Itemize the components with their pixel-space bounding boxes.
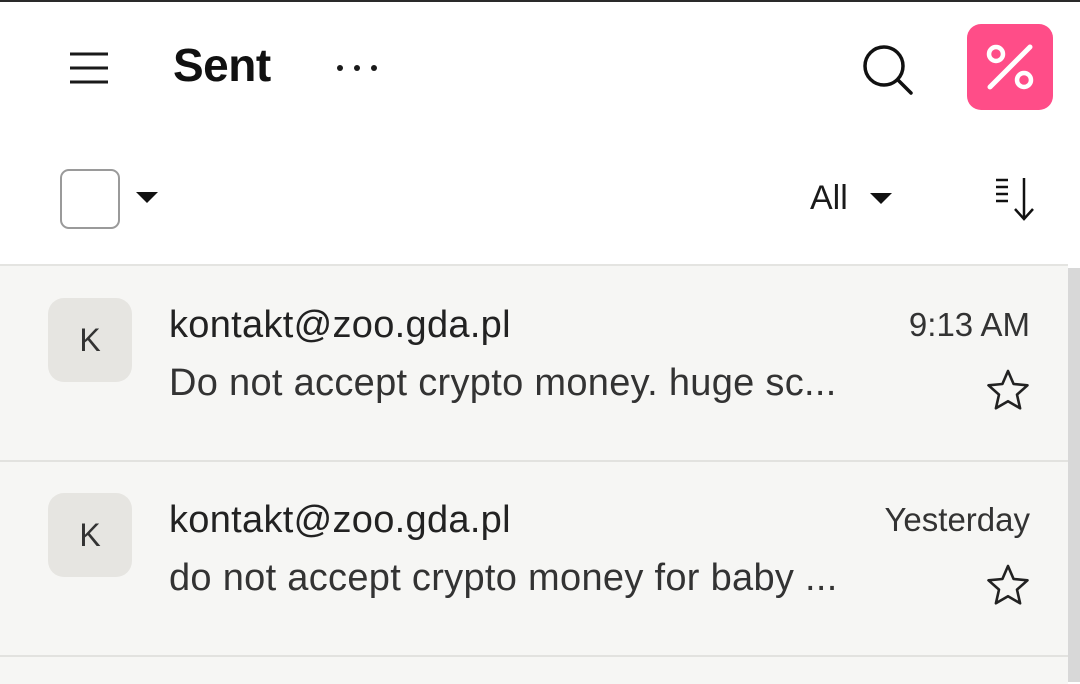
message-list: K kontakt@zoo.gda.pl 9:13 AM Do not acce… xyxy=(0,264,1068,684)
caret-down-icon xyxy=(136,192,158,203)
star-icon xyxy=(987,369,1029,410)
star-button[interactable] xyxy=(986,563,1030,607)
filter-label: All xyxy=(810,178,848,217)
search-button[interactable] xyxy=(856,38,920,102)
search-icon xyxy=(863,45,913,95)
message-time: Yesterday xyxy=(884,501,1030,538)
app-header: Sent xyxy=(0,2,1080,132)
avatar: K xyxy=(48,298,132,382)
more-horizontal-icon xyxy=(337,65,377,71)
star-icon xyxy=(987,564,1029,605)
percent-icon xyxy=(986,44,1034,90)
list-toolbar: All xyxy=(0,132,1080,264)
list-scrollbar[interactable] xyxy=(1068,268,1080,682)
message-snippet: Do not accept crypto money. huge sc... xyxy=(169,362,837,404)
caret-down-icon xyxy=(869,193,892,204)
page-title: Sent xyxy=(173,39,271,91)
select-all-checkbox[interactable] xyxy=(60,169,120,229)
promo-button[interactable] xyxy=(967,24,1053,110)
sort-icon xyxy=(996,178,1034,221)
message-row[interactable]: K kontakt@zoo.gda.pl 9:13 AM Do not acce… xyxy=(0,266,1068,462)
select-options-dropdown[interactable] xyxy=(134,188,160,206)
message-sender: kontakt@zoo.gda.pl xyxy=(169,304,511,346)
message-sender: kontakt@zoo.gda.pl xyxy=(169,499,511,541)
avatar: K xyxy=(48,493,132,577)
message-row[interactable]: K kontakt@zoo.gda.pl Yesterday do not ac… xyxy=(0,461,1068,657)
message-time: 9:13 AM xyxy=(908,306,1030,343)
filter-dropdown[interactable]: All xyxy=(810,174,894,222)
more-options-button[interactable] xyxy=(330,46,386,90)
star-button[interactable] xyxy=(986,368,1030,412)
sort-button[interactable] xyxy=(990,174,1040,224)
message-snippet: do not accept crypto money for baby ... xyxy=(169,557,838,599)
menu-button[interactable] xyxy=(62,42,118,94)
hamburger-icon xyxy=(70,52,108,84)
